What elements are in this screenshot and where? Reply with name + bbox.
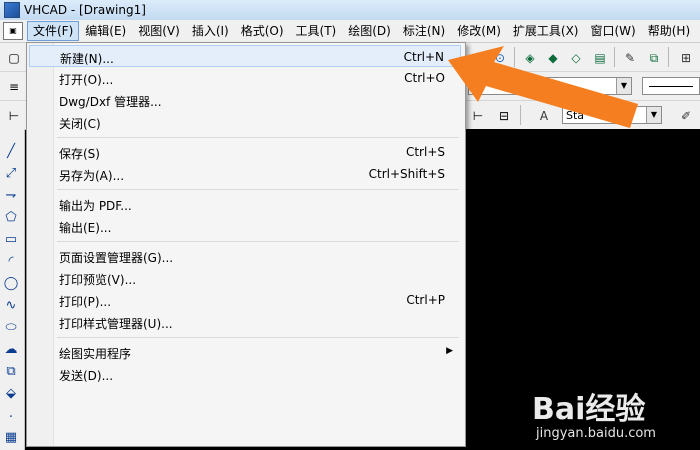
menu-item-label: 输出为 PDF... — [59, 199, 132, 213]
menu-window[interactable]: 窗口(W) — [585, 21, 642, 41]
polygon-icon[interactable]: ⬠ — [2, 209, 20, 227]
menu-item-export-pdf[interactable]: 输出为 PDF... — [29, 193, 461, 215]
menu-item-label: 打印样式管理器(U)... — [59, 317, 173, 331]
menu-extension-tools[interactable]: 扩展工具(X) — [507, 21, 585, 41]
menu-item-label: 发送(D)... — [59, 369, 114, 383]
spline-icon[interactable]: ∿ — [2, 297, 20, 315]
submenu-arrow-icon: ▶ — [446, 346, 453, 356]
menu-draw[interactable]: 绘图(D) — [342, 21, 397, 41]
menu-item-drawing-utilities[interactable]: 绘图实用程序 ▶ — [29, 341, 461, 363]
menu-item-page-setup-manager[interactable]: 页面设置管理器(G)... — [29, 245, 461, 267]
menu-separator — [57, 337, 459, 338]
menu-item-close[interactable]: 关闭(C) — [29, 111, 461, 133]
menu-item-shortcut: Ctrl+Shift+S — [368, 167, 445, 181]
menu-item-dwg-dxf-manager[interactable]: Dwg/Dxf 管理器... — [29, 89, 461, 111]
layers-toolbar-icon[interactable]: ≡ — [4, 77, 24, 97]
menu-item-open[interactable]: 打开(O)... Ctrl+O — [29, 67, 461, 89]
menu-item-shortcut: Ctrl+S — [405, 145, 445, 159]
grid-icon[interactable]: ⊞ — [676, 48, 696, 68]
menu-item-label: 关闭(C) — [59, 117, 101, 131]
menu-item-shortcut: Ctrl+N — [403, 50, 444, 64]
watermark-url: jingyan.baidu.com — [536, 426, 656, 441]
menu-item-shortcut: Ctrl+O — [404, 71, 445, 85]
menu-item-label: 打开(O)... — [59, 73, 114, 87]
menu-item-label: 输出(E)... — [59, 221, 112, 235]
menu-item-export[interactable]: 输出(E)... — [29, 215, 461, 237]
linetype-preview — [649, 86, 693, 87]
rectangle-icon[interactable]: ▭ — [2, 231, 20, 249]
menu-item-label: 保存(S) — [59, 147, 100, 161]
menu-tools[interactable]: 工具(T) — [290, 21, 343, 41]
menu-view[interactable]: 视图(V) — [132, 21, 186, 41]
construction-line-icon[interactable]: ⤢ — [2, 165, 20, 183]
menu-item-save[interactable]: 保存(S) Ctrl+S — [29, 141, 461, 163]
menu-item-send[interactable]: 发送(D)... — [29, 363, 461, 385]
menu-insert[interactable]: 插入(I) — [186, 21, 235, 41]
annotation-arrow-shape — [448, 46, 638, 128]
menu-item-label: 另存为(A)... — [59, 169, 125, 183]
polyline-icon[interactable]: ⇁ — [2, 187, 20, 205]
menu-item-print-preview[interactable]: 打印预览(V)... — [29, 267, 461, 289]
menu-separator — [57, 137, 459, 138]
linetype-combo[interactable] — [642, 77, 700, 95]
line-icon[interactable]: ╱ — [2, 143, 20, 161]
menu-format[interactable]: 格式(O) — [235, 21, 290, 41]
menu-item-label: 打印预览(V)... — [59, 273, 137, 287]
menu-separator — [57, 241, 459, 242]
make-block-icon[interactable]: ⬙ — [2, 385, 20, 403]
menu-file[interactable]: 文件(F) — [27, 21, 80, 41]
app-icon — [4, 2, 20, 18]
ellipse-icon[interactable]: ⬭ — [2, 319, 20, 337]
menu-item-label: 页面设置管理器(G)... — [59, 251, 174, 265]
watermark-brand: Bai经验 — [532, 392, 646, 427]
menu-item-shortcut: Ctrl+P — [406, 293, 445, 307]
toolbar-separator — [668, 47, 669, 67]
circle-icon[interactable]: ◯ — [2, 275, 20, 293]
menu-separator — [57, 189, 459, 190]
window-title: VHCAD - [Drawing1] — [24, 3, 146, 17]
menu-item-label: 打印(P)... — [59, 295, 112, 309]
new-file-icon[interactable]: ▢ — [4, 48, 24, 68]
dimension-icon[interactable]: ⊢ — [4, 106, 24, 126]
menu-item-save-as[interactable]: 另存为(A)... Ctrl+Shift+S — [29, 163, 461, 185]
menu-help[interactable]: 帮助(H) — [642, 21, 696, 41]
menu-item-print[interactable]: 打印(P)... Ctrl+P — [29, 289, 461, 311]
file-menu-dropdown: 新建(N)... Ctrl+N 打开(O)... Ctrl+O Dwg/Dxf … — [26, 42, 466, 447]
menu-modify[interactable]: 修改(M) — [451, 21, 507, 41]
annotation-arrow-icon — [448, 46, 638, 128]
point-icon[interactable]: · — [2, 409, 20, 427]
menu-item-label: 新建(N)... — [60, 52, 114, 66]
cloud-icon[interactable]: ☁ — [2, 341, 20, 359]
baidu-jingyan-watermark: Bai经验 jingyan.baidu.com — [532, 372, 700, 450]
title-bar: VHCAD - [Drawing1] — [0, 0, 700, 20]
draw-tool-palette: ╱ ⤢ ⇁ ⬠ ▭ ◜ ◯ ∿ ⬭ ☁ ⧉ ⬙ · ▦ — [0, 129, 25, 450]
menu-item-label: Dwg/Dxf 管理器... — [59, 95, 162, 109]
dim-style-icon[interactable]: ✐ — [676, 106, 696, 126]
menu-item-label: 绘图实用程序 — [59, 347, 132, 361]
document-icon[interactable]: ▣ — [3, 22, 23, 40]
menu-item-plot-style-manager[interactable]: 打印样式管理器(U)... — [29, 311, 461, 333]
menu-edit[interactable]: 编辑(E) — [79, 21, 132, 41]
arc-icon[interactable]: ◜ — [2, 253, 20, 271]
menu-item-new[interactable]: 新建(N)... Ctrl+N — [29, 45, 461, 67]
hatch-icon[interactable]: ▦ — [2, 429, 20, 447]
insert-block-icon[interactable]: ⧉ — [2, 363, 20, 381]
menu-dimension[interactable]: 标注(N) — [397, 21, 451, 41]
